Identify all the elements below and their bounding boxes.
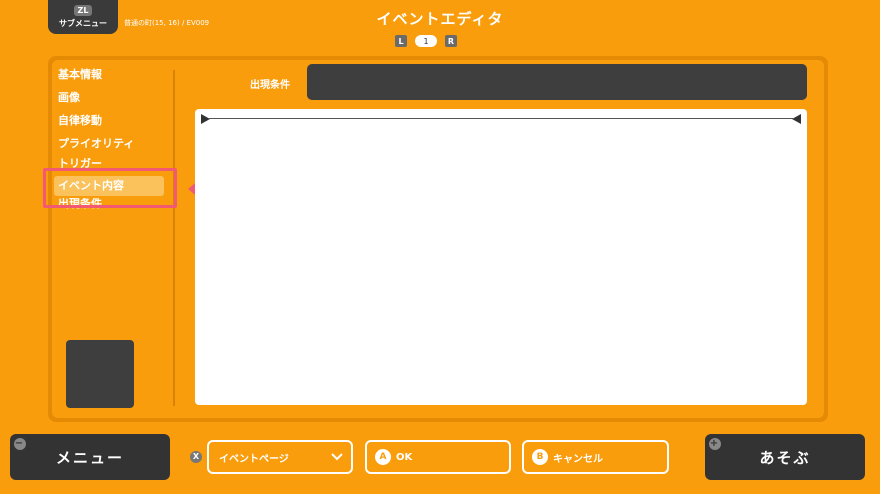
condition-label: 出現条件 [250,80,290,91]
sidebar-item-basic-info[interactable]: 基本情報 [58,66,174,89]
chevron-down-icon [331,453,343,461]
event-page-dropdown[interactable]: イベントページ [207,440,353,474]
menu-button[interactable]: − メニュー [10,434,170,480]
slider-start-icon[interactable] [201,114,210,124]
timeline-slider[interactable] [209,118,793,119]
page-title: イベントエディタ [376,10,504,28]
ok-label: OK [396,451,413,463]
highlight-box [43,168,177,208]
r-key-button[interactable]: R [445,35,457,47]
x-key-icon: X [190,451,202,463]
page-pager: L 1 R [395,35,457,47]
cancel-button[interactable]: B キャンセル [522,440,669,474]
sidebar-item-auto-move[interactable]: 自律移動 [58,112,174,135]
play-button[interactable]: + あそぶ [705,434,865,480]
event-thumbnail[interactable] [66,340,134,408]
plus-icon: + [709,438,721,450]
b-key-icon: B [532,449,548,465]
slider-end-icon[interactable] [792,114,801,124]
l-key-button[interactable]: L [395,35,407,47]
a-key-icon: A [375,449,391,465]
page-number: 1 [415,35,437,47]
minus-icon: − [14,438,26,450]
event-content-area[interactable] [195,109,807,405]
sidebar-item-priority[interactable]: プライオリティ [58,135,174,158]
event-page-label: イベントページ [219,453,289,465]
play-label: あそぶ [759,448,811,467]
cancel-label: キャンセル [553,453,603,465]
sidebar-item-image[interactable]: 画像 [58,89,174,112]
ok-button[interactable]: A OK [365,440,511,474]
top-bar: ZL サブメニュー 普通の町(15, 16) / EV009 イベントエディタ … [0,0,880,52]
menu-label: メニュー [55,448,124,467]
condition-field[interactable] [307,64,807,100]
